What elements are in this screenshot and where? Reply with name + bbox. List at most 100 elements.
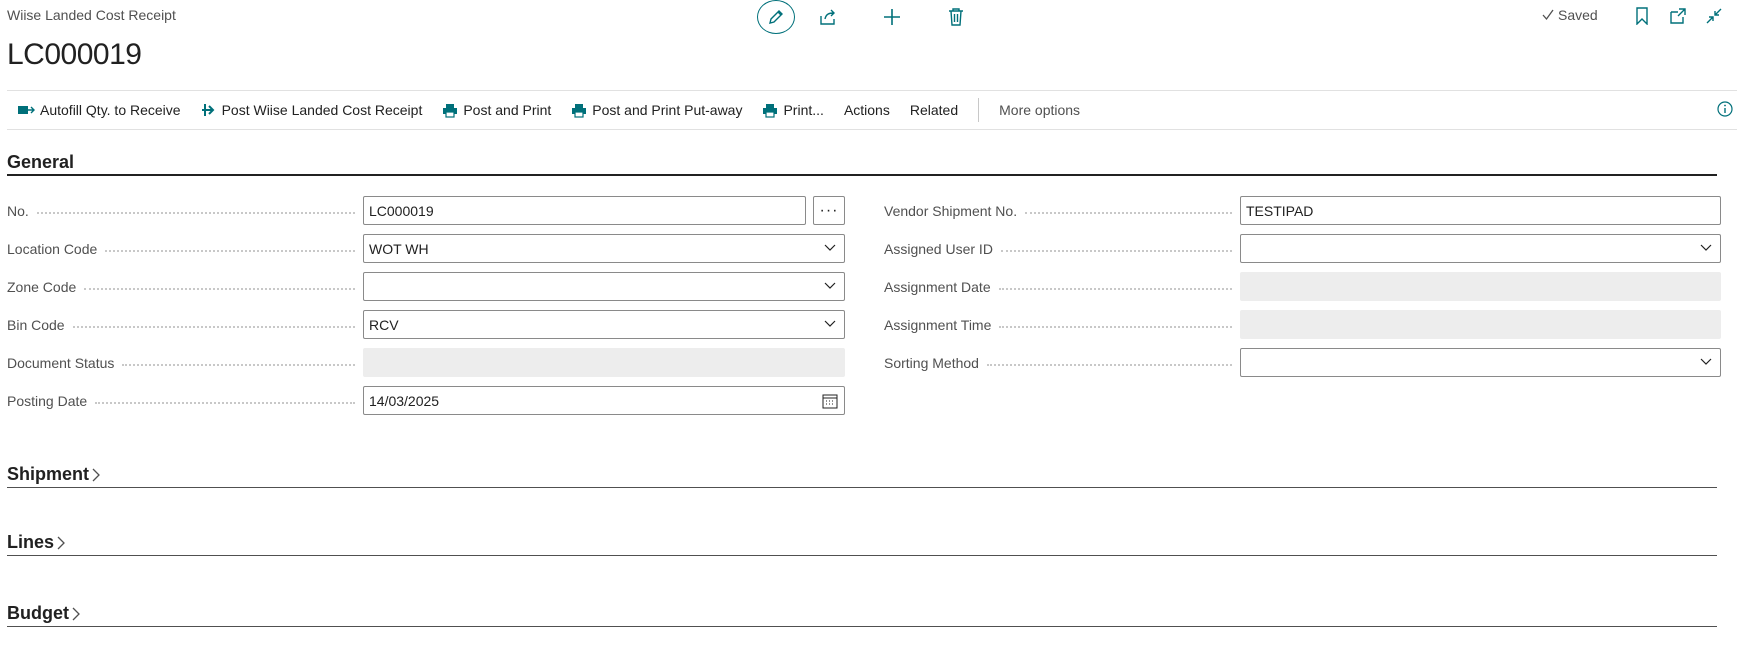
field-assignment-date-label-text: Assignment Date — [884, 278, 991, 295]
bin-code-value: RCV — [369, 316, 399, 333]
post-and-print-putaway-label: Post and Print Put-away — [592, 102, 743, 118]
collapse-button[interactable] — [1704, 6, 1724, 26]
chevron-right-icon — [72, 607, 80, 620]
post-receipt-button[interactable]: Post Wiise Landed Cost Receipt — [191, 91, 433, 129]
saved-status: Saved — [1541, 7, 1598, 23]
chevron-down-icon — [824, 282, 836, 289]
info-icon — [1717, 101, 1733, 117]
field-sorting-method: Sorting Method — [884, 348, 1721, 377]
delete-button[interactable] — [945, 6, 967, 28]
post-and-print-putaway-button[interactable]: Post and Print Put-away — [561, 91, 752, 129]
action-bar: Autofill Qty. to Receive Post Wiise Land… — [7, 90, 1737, 130]
printer-icon — [572, 103, 587, 118]
post-receipt-label: Post Wiise Landed Cost Receipt — [221, 102, 423, 118]
section-budget-title: Budget — [7, 603, 69, 623]
printer-icon — [443, 103, 458, 118]
calendar-icon — [822, 394, 838, 409]
chevron-down-icon — [824, 320, 836, 327]
page-caption: Wiise Landed Cost Receipt — [7, 7, 176, 23]
field-document-status-label: Document Status — [7, 355, 363, 371]
post-and-print-label: Post and Print — [463, 102, 552, 118]
printer-icon — [763, 103, 778, 118]
open-new-window-button[interactable] — [1668, 6, 1688, 26]
field-posting-date-label-text: Posting Date — [7, 392, 88, 409]
field-bin-code: Bin Code RCV — [7, 310, 845, 339]
page-window-actions — [1632, 6, 1740, 26]
section-shipment[interactable]: Shipment — [7, 462, 1717, 488]
record-actions — [757, 0, 1009, 34]
saved-status-text: Saved — [1558, 7, 1598, 23]
field-vendor-shipment-no-label: Vendor Shipment No. — [884, 203, 1240, 219]
location-code-select[interactable]: WOT WH — [363, 234, 845, 263]
field-assigned-user-id: Assigned User ID — [884, 234, 1721, 263]
location-code-value: WOT WH — [369, 240, 429, 257]
zone-code-select[interactable] — [363, 272, 845, 301]
no-input[interactable]: LC000019 — [363, 196, 806, 225]
field-location-code: Location Code WOT WH — [7, 234, 845, 263]
vendor-shipment-no-input[interactable]: TESTIPAD — [1240, 196, 1721, 225]
info-button[interactable] — [1717, 101, 1733, 122]
chevron-right-icon — [92, 468, 100, 481]
share-icon — [820, 9, 835, 25]
bin-code-select[interactable]: RCV — [363, 310, 845, 339]
bookmark-icon — [1636, 7, 1648, 25]
print-button[interactable]: Print... — [752, 91, 833, 129]
chevron-down-icon — [824, 244, 836, 251]
actions-menu-label: Actions — [843, 102, 890, 118]
field-sorting-method-label-text: Sorting Method — [884, 354, 979, 371]
action-bar-divider — [978, 98, 980, 122]
assignment-time-value — [1240, 310, 1721, 339]
field-vendor-shipment-no-label-text: Vendor Shipment No. — [884, 202, 1018, 219]
chevron-down-icon — [1700, 244, 1712, 251]
posting-date-value: 14/03/2025 — [369, 392, 440, 409]
ellipsis-icon: ··· — [819, 201, 839, 219]
document-status-value — [363, 348, 845, 377]
field-assignment-time-label-text: Assignment Time — [884, 316, 992, 333]
pencil-icon — [769, 10, 783, 24]
actions-menu[interactable]: Actions — [834, 91, 900, 129]
assigned-user-id-select[interactable] — [1240, 234, 1721, 263]
field-no-label-text: No. — [7, 202, 29, 219]
field-vendor-shipment-no: Vendor Shipment No. TESTIPAD — [884, 196, 1721, 225]
field-assigned-user-id-label: Assigned User ID — [884, 241, 1240, 257]
chevron-down-icon — [1700, 358, 1712, 365]
field-document-status: Document Status — [7, 348, 845, 377]
no-assist-edit-button[interactable]: ··· — [813, 196, 845, 225]
checkmark-icon — [1542, 9, 1554, 21]
post-and-print-button[interactable]: Post and Print — [432, 91, 561, 129]
field-no-label: No. — [7, 203, 363, 219]
field-sorting-method-label: Sorting Method — [884, 355, 1240, 371]
landed-cost-receipt-page: Wiise Landed Cost Receipt LC000019 Saved — [0, 0, 1742, 647]
plus-icon — [884, 9, 900, 25]
field-zone-code-label-text: Zone Code — [7, 278, 77, 295]
section-lines[interactable]: Lines — [7, 530, 1717, 556]
field-zone-code: Zone Code — [7, 272, 845, 301]
field-zone-code-label: Zone Code — [7, 279, 363, 295]
autofill-icon — [18, 106, 35, 114]
vendor-shipment-no-value: TESTIPAD — [1246, 202, 1314, 219]
print-label: Print... — [783, 102, 824, 118]
assignment-date-value — [1240, 272, 1721, 301]
sorting-method-select[interactable] — [1240, 348, 1721, 377]
edit-button[interactable] — [757, 0, 795, 34]
section-budget[interactable]: Budget — [7, 601, 1717, 627]
autofill-qty-button[interactable]: Autofill Qty. to Receive — [7, 91, 191, 129]
field-location-code-label: Location Code — [7, 241, 363, 257]
section-general-title: General — [7, 151, 75, 172]
related-menu-label: Related — [909, 102, 959, 118]
record-title: LC000019 — [7, 38, 142, 71]
new-button[interactable] — [881, 6, 903, 28]
posting-date-input[interactable]: 14/03/2025 — [363, 386, 845, 415]
collapse-icon — [1706, 8, 1722, 24]
more-options-button[interactable]: More options — [989, 91, 1090, 129]
share-button[interactable] — [817, 6, 839, 28]
field-no: No. LC000019 ··· — [7, 196, 845, 225]
open-new-window-icon — [1670, 8, 1686, 24]
section-shipment-title: Shipment — [7, 464, 90, 484]
section-lines-title: Lines — [7, 532, 55, 552]
no-input-value: LC000019 — [369, 202, 434, 219]
bookmark-button[interactable] — [1632, 6, 1652, 26]
related-menu[interactable]: Related — [900, 91, 968, 129]
section-general[interactable]: General — [7, 150, 1717, 176]
field-posting-date-label: Posting Date — [7, 393, 363, 409]
